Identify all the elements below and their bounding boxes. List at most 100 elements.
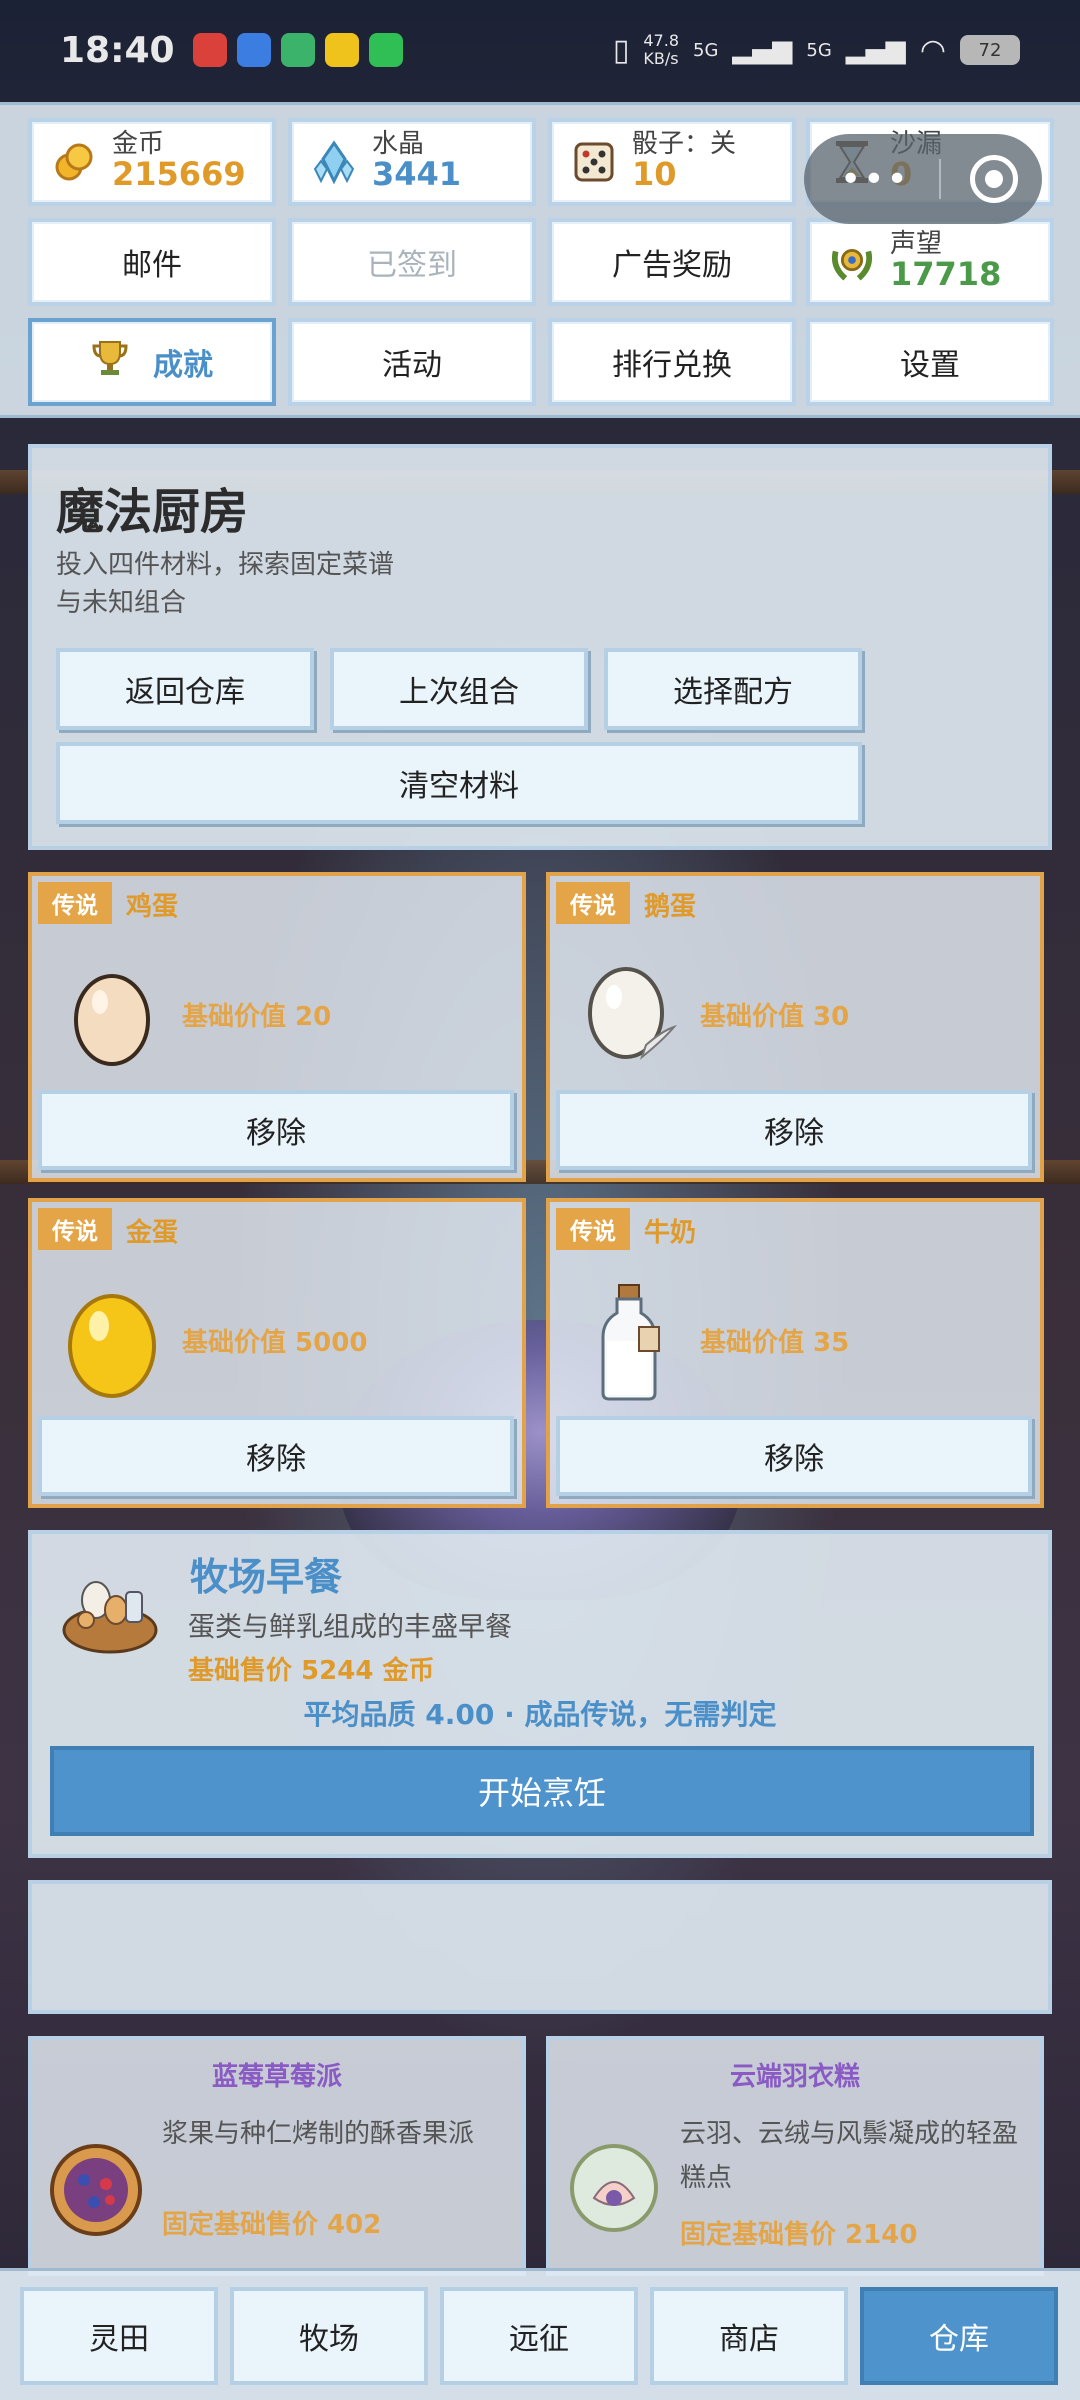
rarity-tag: 传说 [38,882,112,924]
last-combo-button[interactable]: 上次组合 [330,648,588,730]
remove-label: 移除 [246,1442,306,1477]
ingredient-card: 传说 金蛋 基础价值 5000 移除 [28,1198,526,1508]
recipe-card[interactable]: 蓝莓草莓派 浆果与种仁烤制的酥香果派 固定基础售价 402 [28,2036,526,2276]
recipe-card[interactable]: 云端羽衣糕 云羽、云绒与风鬃凝成的轻盈糕点 固定基础售价 2140 [546,2036,1044,2276]
nav-label: 牧场 [299,2322,359,2357]
meituan-app-icon [324,33,359,67]
crystal-icon [310,138,358,186]
music-app-icon [192,33,227,67]
result-quality: 平均品质 4.00 · 成品传说，无需判定 [303,1698,777,1731]
gold-label: 金币 [112,129,165,160]
back-to-storage-button[interactable]: 返回仓库 [56,648,314,730]
ingredient-name: 金蛋 [126,1218,179,1248]
ingredient-value: 基础价值 30 [700,1002,850,1032]
empty-panel [28,1880,1052,2014]
achievement-button[interactable]: 成就 [28,318,276,406]
berry-pie-icon [48,2140,144,2236]
recipe-description: 浆果与种仁烤制的酥香果派 [162,2119,475,2149]
laurel-emblem-icon [828,238,876,286]
status-bar: 18:40 ▯ 47.8 KB/s 5G ▂▄▆ 5G ▂▄▆ ◠ 72 [0,0,1080,100]
breakfast-basket-icon [60,1568,160,1660]
remove-label: 移除 [764,1116,824,1151]
ingredient-card: 传说 鸡蛋 基础价值 20 移除 [28,872,526,1182]
nav-item-shop[interactable]: 商店 [650,2287,848,2385]
nav-item-expedition[interactable]: 远征 [440,2287,638,2385]
trophy-icon [91,338,129,386]
activity-label: 活动 [382,348,442,383]
recipe-title: 蓝莓草莓派 [211,2062,342,2092]
mail-button[interactable]: 邮件 [28,218,276,306]
ingredient-name: 牛奶 [644,1218,697,1248]
activity-button[interactable]: 活动 [288,318,536,406]
recipe-price: 固定基础售价 2140 [680,2220,918,2250]
settings-button[interactable]: 设置 [806,318,1054,406]
bottom-nav: 灵田 牧场 远征 商店 仓库 [0,2268,1080,2400]
dice-value: 10 [632,155,677,194]
start-cooking-label: 开始烹饪 [477,1774,606,1812]
dice-label: 骰子：关 [632,129,737,160]
result-price: 基础售价 5244 金币 [188,1656,435,1686]
signal-icon: ▂▄▆ [845,35,906,65]
clear-materials-button[interactable]: 清空材料 [56,742,862,824]
gold-coins-icon [50,138,98,186]
crystal-value: 3441 [372,155,462,194]
dice-toggle[interactable]: 骰子：关 10 [548,118,796,206]
gold-value: 215669 [112,155,246,194]
reputation-stat: 声望 17718 [806,218,1054,306]
rarity-tag: 传说 [556,1208,630,1250]
close-miniprogram-icon[interactable] [969,155,1018,203]
ingredient-name: 鹅蛋 [644,892,697,922]
recipe-title: 云端羽衣糕 [729,2062,860,2092]
nav-label: 远征 [509,2322,569,2357]
rank-exchange-label: 排行兑换 [612,348,732,383]
status-right: ▯ 47.8 KB/s 5G ▂▄▆ 5G ▂▄▆ ◠ 72 [613,32,1020,68]
recipe-description: 云羽、云绒与风鬃凝成的轻盈糕点 [680,2119,1019,2193]
vibrate-icon: ▯ [612,32,630,68]
capsule-divider [938,159,941,199]
ingredient-value: 基础价值 5000 [182,1328,368,1358]
miniprogram-capsule: ••• [804,134,1042,224]
nav-item-storage[interactable]: 仓库 [860,2287,1058,2385]
nav-item-ranch[interactable]: 牧场 [230,2287,428,2385]
result-description: 蛋类与鲜乳组成的丰盛早餐 [188,1612,512,1643]
golden-egg-icon [62,1282,162,1402]
kitchen-description: 投入四件材料，探索固定菜谱与未知组合 [56,550,395,618]
mail-label: 邮件 [122,248,182,283]
signal-5g-b: 5G [806,39,832,61]
ingredient-value: 基础价值 20 [182,1002,332,1032]
ingredient-name: 鸡蛋 [126,892,179,922]
result-title: 牧场早餐 [190,1555,343,1599]
clear-materials-label: 清空材料 [399,769,519,804]
settings-label: 设置 [900,348,960,383]
nav-label: 仓库 [929,2322,989,2357]
choose-recipe-label: 选择配方 [673,675,793,710]
signed-in-button[interactable]: 已签到 [288,218,536,306]
ad-reward-label: 广告奖励 [612,248,732,283]
nav-item-farm-field[interactable]: 灵田 [20,2287,218,2385]
signal-5g-a: 5G [693,39,719,61]
more-icon[interactable]: ••• [840,159,910,200]
wechat-app-icon [368,33,403,67]
ingredient-card: 传说 鹅蛋 基础价值 30 移除 [546,872,1044,1182]
start-cooking-button[interactable]: 开始烹饪 [50,1746,1034,1836]
remove-button[interactable]: 移除 [38,1090,514,1170]
milk-bottle-icon [580,1282,680,1402]
nav-label: 商店 [719,2322,779,2357]
goose-egg-icon [580,956,680,1076]
crystal-label: 水晶 [372,129,425,160]
choose-recipe-button[interactable]: 选择配方 [604,648,862,730]
ingredient-card: 传说 牛奶 基础价值 35 移除 [546,1198,1044,1508]
signal-icon: ▂▄▆ [732,35,793,65]
rarity-tag: 传说 [38,1208,112,1250]
remove-button[interactable]: 移除 [556,1416,1032,1496]
remove-button[interactable]: 移除 [556,1090,1032,1170]
rank-exchange-button[interactable]: 排行兑换 [548,318,796,406]
ad-reward-button[interactable]: 广告奖励 [548,218,796,306]
bilibili-app-icon [236,33,271,67]
chicken-egg-icon [62,956,162,1076]
cloud-cake-icon [566,2140,662,2236]
gold-stat: 金币 215669 [28,118,276,206]
remove-button[interactable]: 移除 [38,1416,514,1496]
recipe-price: 固定基础售价 402 [162,2210,382,2240]
reputation-label: 声望 [890,229,943,260]
